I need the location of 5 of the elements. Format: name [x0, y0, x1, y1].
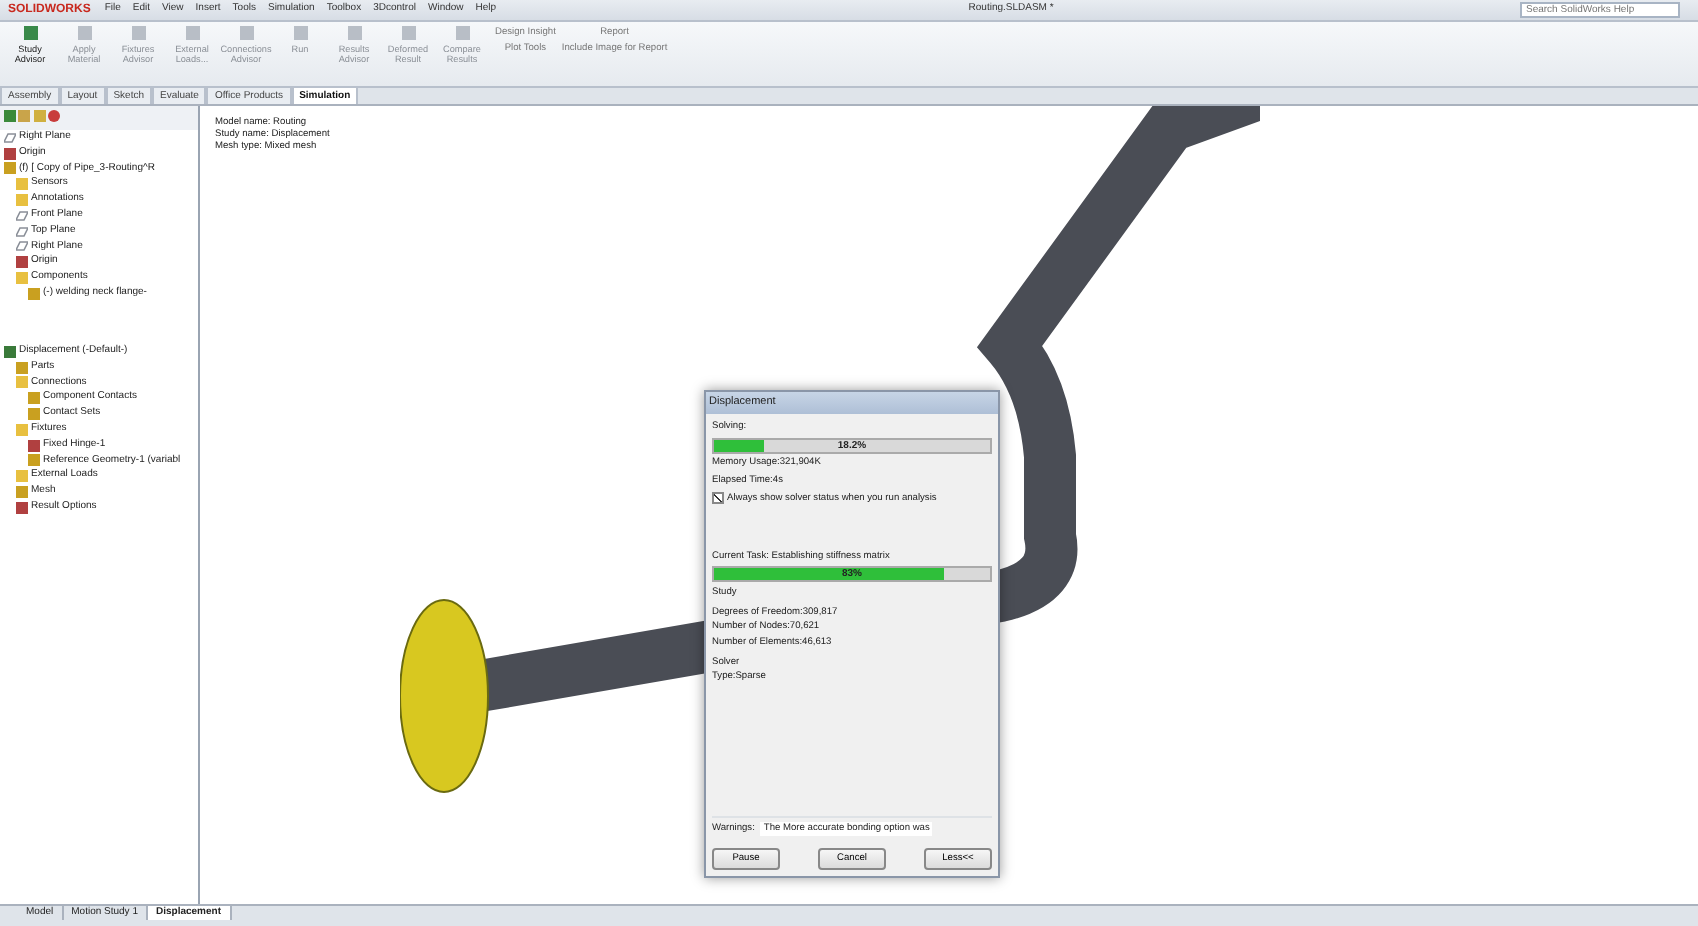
checkbox[interactable]: [712, 492, 724, 505]
feature-manager-icon[interactable]: [3, 109, 15, 121]
display-manager-icon[interactable]: [48, 109, 60, 121]
tool-icon: [21, 24, 39, 42]
property-manager-icon[interactable]: [18, 109, 30, 121]
